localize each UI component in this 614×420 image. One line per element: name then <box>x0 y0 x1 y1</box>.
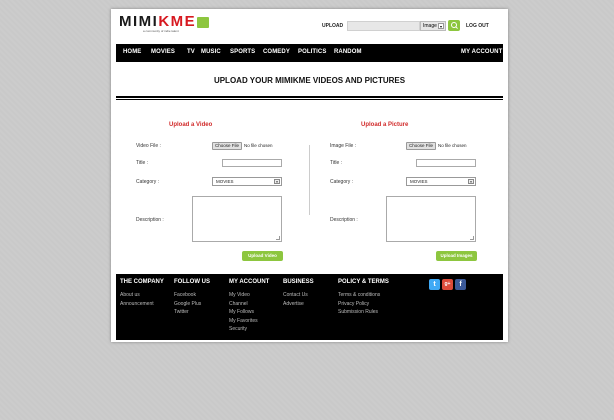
footer-link[interactable]: Channel <box>229 300 269 309</box>
footer-heading: FOLLOW US <box>174 279 210 285</box>
video-title-label: Title : <box>136 160 149 166</box>
nav-item-comedy[interactable]: COMEDY <box>263 49 290 55</box>
footer-heading: THE COMPANY <box>120 279 164 285</box>
nav-item-tv[interactable]: TV <box>187 49 195 55</box>
video-category-value: MOVIES <box>216 179 234 184</box>
footer-link[interactable]: Terms & conditions <box>338 291 389 300</box>
social-links: t g+ f <box>429 279 466 290</box>
chevron-down-icon: ▾ <box>438 23 444 29</box>
nav-item-politics[interactable]: POLITICS <box>298 49 326 55</box>
form-separator <box>309 145 310 215</box>
upload-images-button[interactable]: Upload Images <box>436 251 477 261</box>
video-category-select[interactable]: MOVIES ▾ <box>212 177 282 186</box>
footer-link[interactable]: Announcement <box>120 300 164 309</box>
file-status: No file chosen <box>244 143 273 148</box>
divider <box>116 99 503 100</box>
divider <box>116 96 503 98</box>
footer-column-business: BUSINESS Contact Us Advertise <box>283 279 314 308</box>
footer-link[interactable]: Privacy Policy <box>338 300 389 309</box>
nav-item-home[interactable]: HOME <box>123 49 141 55</box>
footer-link[interactable]: Advertise <box>283 300 314 309</box>
footer-link[interactable]: Google Plus <box>174 300 210 309</box>
search-type-select[interactable]: Image ▾ <box>420 21 446 31</box>
footer-link[interactable]: Security <box>229 325 269 334</box>
chevron-down-icon: ▾ <box>274 179 280 184</box>
footer-link[interactable]: Contact Us <box>283 291 314 300</box>
footer-link[interactable]: Facebook <box>174 291 210 300</box>
site-logo[interactable]: MIMIKME a community of indie talent <box>119 13 210 35</box>
main-nav: HOME MOVIES TV MUSIC SPORTS COMEDY POLIT… <box>116 44 503 62</box>
site-footer: THE COMPANY About us Announcement FOLLOW… <box>116 274 503 340</box>
image-file-label: Image File : <box>330 143 357 149</box>
upload-video-button[interactable]: Upload Video <box>242 251 283 261</box>
image-category-select[interactable]: MOVIES ▾ <box>406 177 476 186</box>
footer-column-follow: FOLLOW US Facebook Google Plus Twitter <box>174 279 210 317</box>
twitter-icon[interactable]: t <box>429 279 440 290</box>
footer-link[interactable]: About us <box>120 291 164 300</box>
facebook-icon[interactable]: f <box>455 279 466 290</box>
image-title-label: Title : <box>330 160 343 166</box>
nav-item-sports[interactable]: SPORTS <box>230 49 255 55</box>
footer-column-company: THE COMPANY About us Announcement <box>120 279 164 308</box>
video-file-input[interactable]: Choose File No file chosen <box>212 141 282 150</box>
nav-item-random[interactable]: RANDOM <box>334 49 362 55</box>
image-description-label: Description : <box>330 217 358 223</box>
image-file-input[interactable]: Choose File No file chosen <box>406 141 476 150</box>
upload-link[interactable]: UPLOAD <box>322 23 343 29</box>
google-plus-icon[interactable]: g+ <box>442 279 453 290</box>
chevron-down-icon: ▾ <box>468 179 474 184</box>
choose-file-button[interactable]: Choose File <box>212 141 243 150</box>
video-category-label: Category : <box>136 179 160 185</box>
image-category-label: Category : <box>330 179 354 185</box>
video-form-title: Upload a Video <box>169 122 213 128</box>
footer-link[interactable]: My Follows <box>229 308 269 317</box>
footer-link[interactable]: Twitter <box>174 308 210 317</box>
file-status: No file chosen <box>438 143 467 148</box>
video-description-label: Description : <box>136 217 164 223</box>
search-input[interactable] <box>347 21 420 31</box>
footer-heading: BUSINESS <box>283 279 314 285</box>
image-category-value: MOVIES <box>410 179 428 184</box>
footer-column-policy: POLICY & TERMS Terms & conditions Privac… <box>338 279 389 317</box>
footer-heading: POLICY & TERMS <box>338 279 389 285</box>
logo-mark-icon <box>197 17 210 28</box>
page-container: MIMIKME a community of indie talent UPLO… <box>111 9 508 342</box>
footer-link[interactable]: My Favorites <box>229 317 269 326</box>
nav-item-music[interactable]: MUSIC <box>201 49 221 55</box>
image-form-title: Upload a Picture <box>361 122 409 128</box>
choose-file-button[interactable]: Choose File <box>406 141 437 150</box>
logo-text-part1: MIMI <box>119 13 159 30</box>
footer-heading: MY ACCOUNT <box>229 279 270 285</box>
nav-item-movies[interactable]: MOVIES <box>151 49 175 55</box>
video-title-input[interactable] <box>222 159 282 167</box>
footer-link[interactable]: My Video <box>229 291 269 300</box>
search-type-value: Image <box>423 23 437 29</box>
video-description-input[interactable] <box>192 196 282 242</box>
video-file-label: Video File : <box>136 143 161 149</box>
logout-link[interactable]: LOG OUT <box>466 23 489 29</box>
footer-link[interactable]: Submission Rules <box>338 308 389 317</box>
image-title-input[interactable] <box>416 159 476 167</box>
logo-text-part2: KME <box>158 13 197 30</box>
image-description-input[interactable] <box>386 196 476 242</box>
logo-tagline: a community of indie talent <box>143 29 179 33</box>
footer-column-account: MY ACCOUNT My Video Channel My Follows M… <box>229 279 269 334</box>
page-title: UPLOAD YOUR MIMIKME VIDEOS AND PICTURES <box>213 76 406 85</box>
nav-item-my-account[interactable]: MY ACCOUNT <box>461 49 502 55</box>
search-button[interactable] <box>448 20 460 31</box>
